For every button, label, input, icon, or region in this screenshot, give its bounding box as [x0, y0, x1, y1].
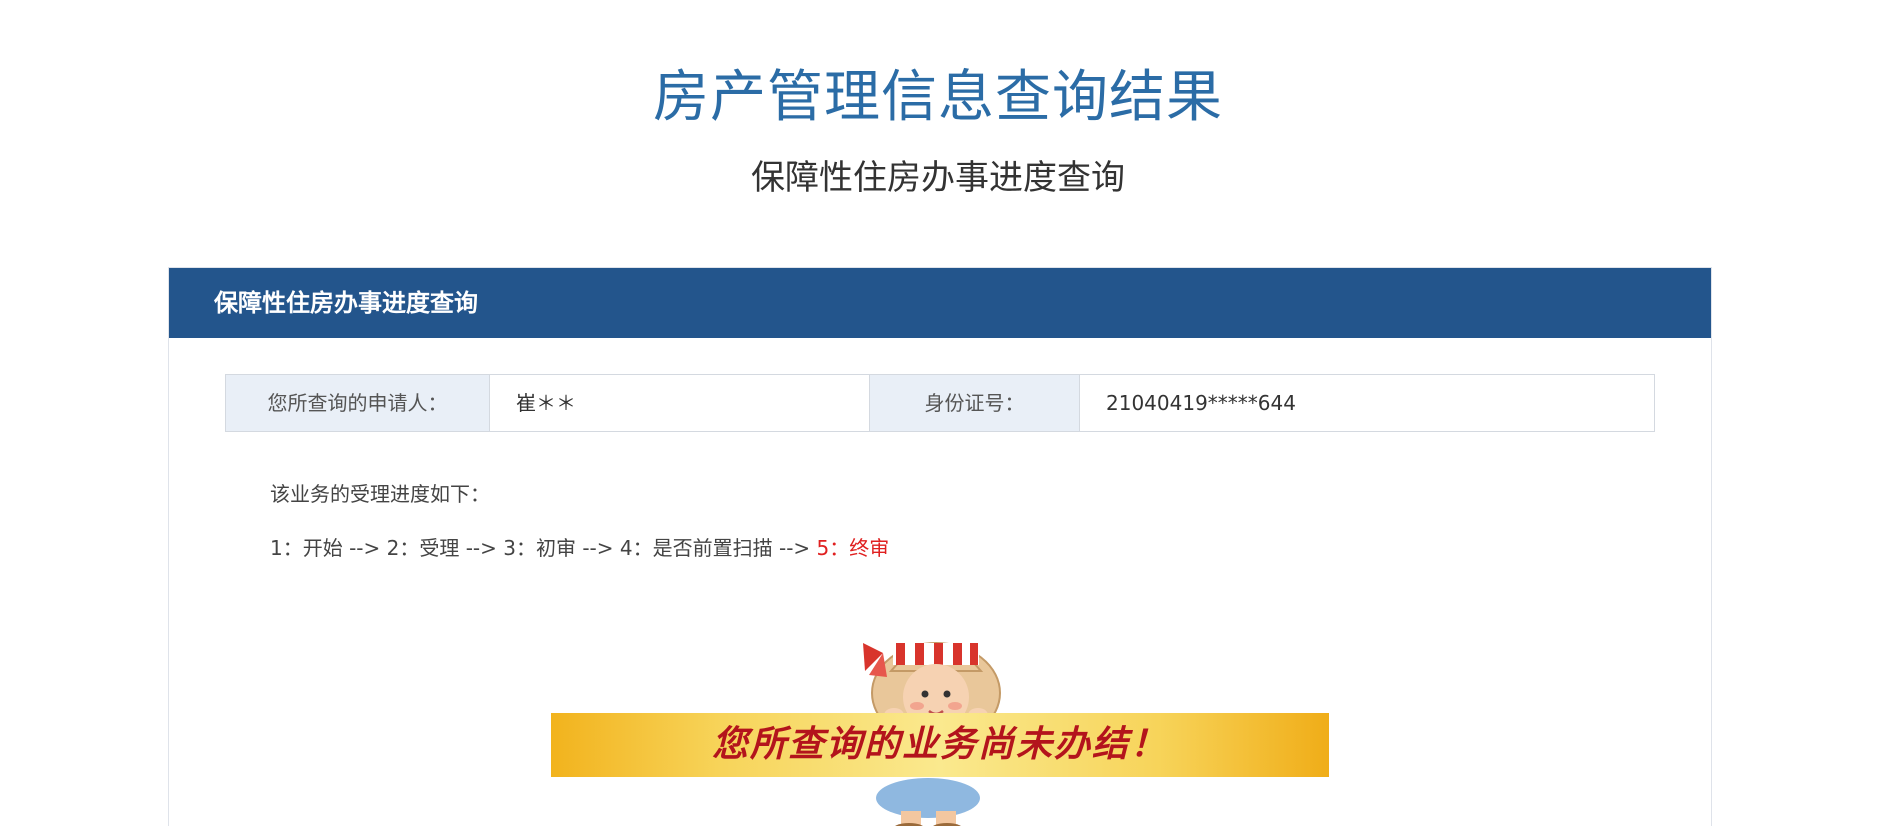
notice-illustration: 您所查询的业务尚未办结！	[551, 623, 1331, 826]
banner-text: 您所查询的业务尚未办结！	[711, 724, 1168, 765]
applicant-label: 您所查询的申请人：	[226, 375, 490, 431]
current-step: 5：终审	[816, 536, 890, 560]
panel-header: 保障性住房办事进度查询	[169, 268, 1711, 338]
page: 房产管理信息查询结果 保障性住房办事进度查询 保障性住房办事进度查询 您所查询的…	[0, 0, 1890, 826]
progress-intro: 该业务的受理进度如下：	[270, 482, 490, 506]
completed-steps: 1：开始 --> 2：受理 --> 3：初审 --> 4：是否前置扫描 -->	[270, 536, 817, 560]
id-number-value: 21040419*****644	[1080, 375, 1654, 431]
progress-steps: 1：开始 --> 2：受理 --> 3：初审 --> 4：是否前置扫描 --> …	[270, 534, 889, 562]
applicant-value: 崔＊＊	[490, 375, 870, 431]
id-number-label: 身份证号：	[870, 375, 1080, 431]
panel-title: 保障性住房办事进度查询	[214, 289, 478, 317]
page-subtitle: 保障性住房办事进度查询	[751, 158, 1125, 198]
applicant-info-table: 您所查询的申请人： 崔＊＊ 身份证号： 21040419*****644	[225, 374, 1655, 432]
unfinished-notice-banner: 您所查询的业务尚未办结！	[551, 713, 1329, 777]
page-title: 房产管理信息查询结果	[653, 65, 1223, 130]
result-panel: 保障性住房办事进度查询 您所查询的申请人： 崔＊＊ 身份证号： 21040419…	[168, 267, 1712, 826]
